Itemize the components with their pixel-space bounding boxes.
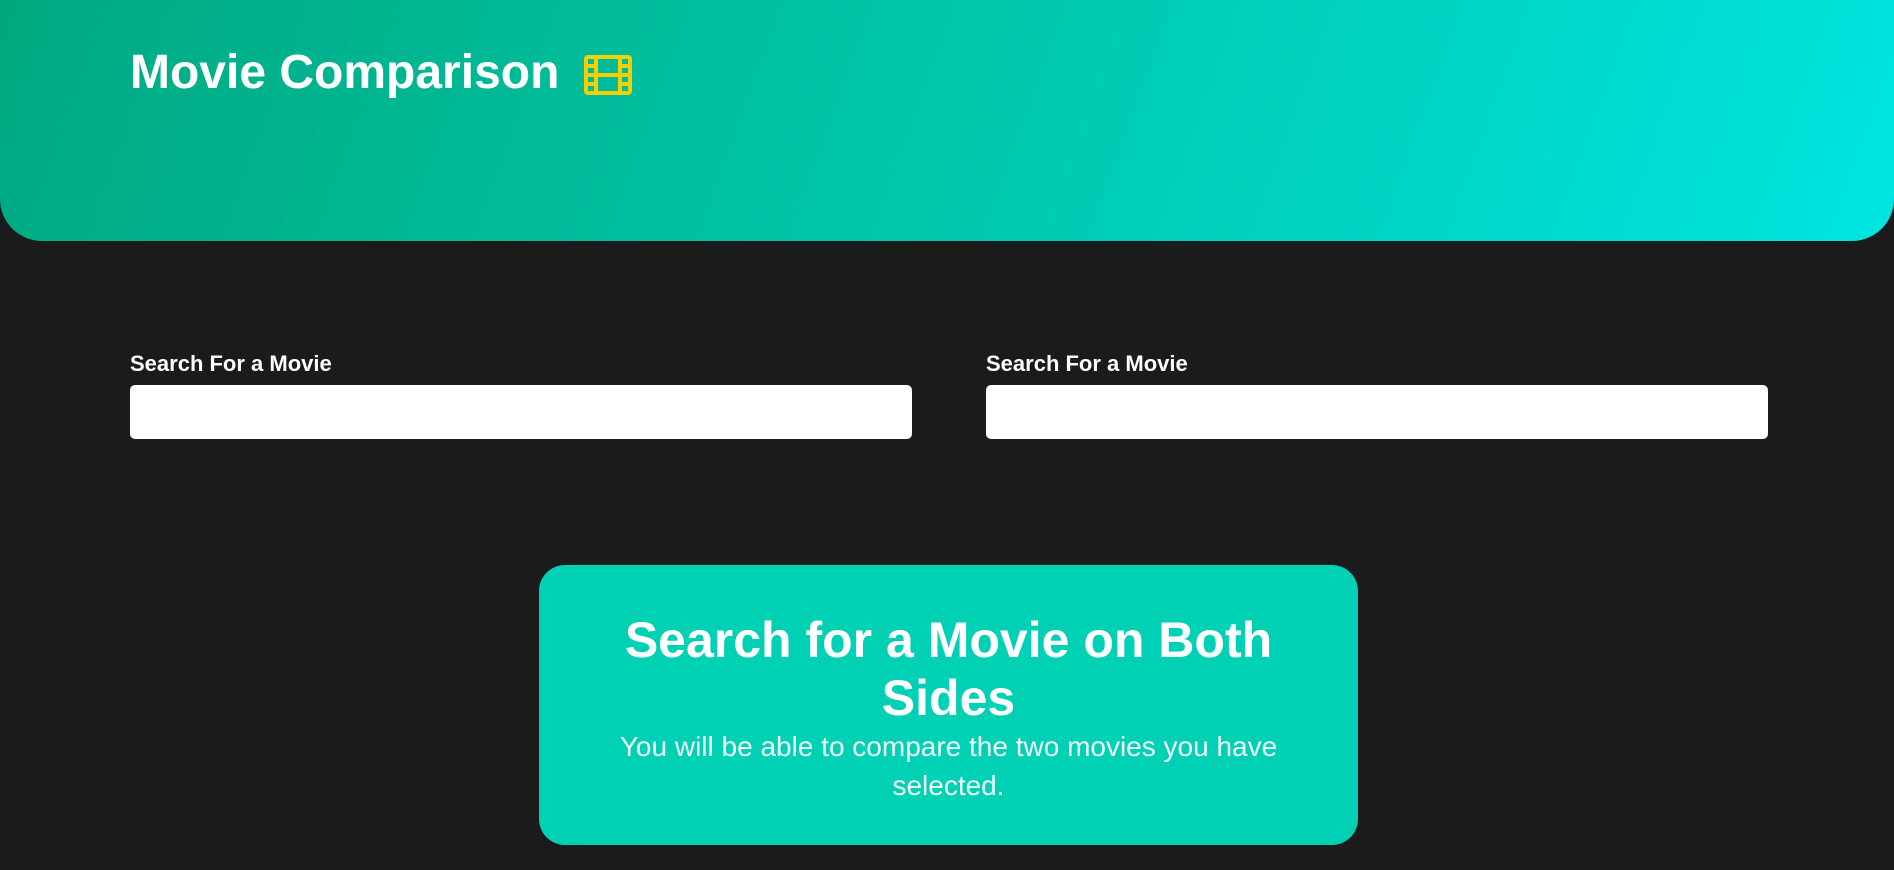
left-search-input[interactable] [130,385,912,439]
page-title-text: Movie Comparison [130,46,560,99]
film-icon [583,52,633,95]
left-search-label: Search For a Movie [130,351,332,376]
right-search-group: Search For a Movie [986,350,1768,439]
prompt-description: You will be able to compare the two movi… [619,731,1278,801]
prompt-heading: Search for a Movie on Both Sides [624,612,1273,726]
right-search-label: Search For a Movie [986,351,1188,376]
film-icon-graphic [584,55,633,95]
left-search-group: Search For a Movie [130,350,912,439]
header-banner: Movie Comparison [0,0,1894,241]
right-search-input[interactable] [986,385,1768,439]
page-title: Movie Comparison [130,44,633,102]
comparison-prompt-card: Search for a Movie on Both Sides You wil… [539,565,1358,845]
